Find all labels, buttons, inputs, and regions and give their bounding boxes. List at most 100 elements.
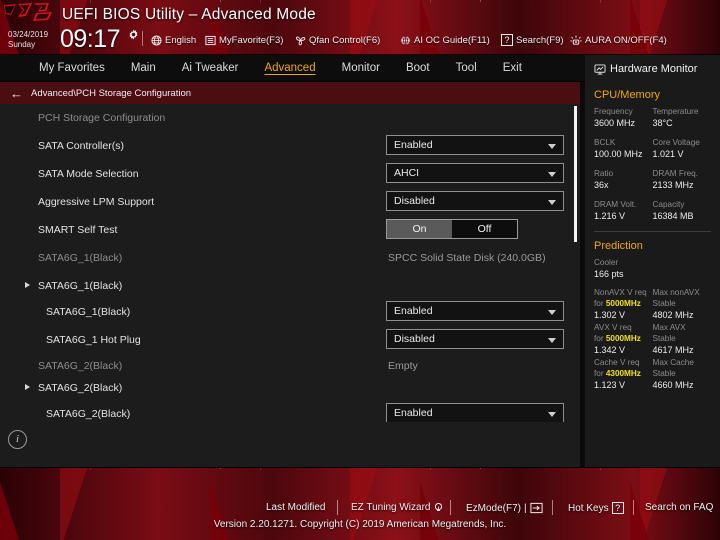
breadcrumb-path: Advanced\PCH Storage Configuration [31, 87, 192, 99]
dropdown-value: AHCI [394, 167, 420, 179]
chevron-down-icon [548, 144, 556, 149]
bulb-icon [435, 503, 443, 511]
setting-row-sata-controllers: SATA Controller(s) Enabled [0, 132, 580, 160]
header-item-aura[interactable]: AURA ON/OFF(F4) [570, 33, 667, 47]
hardware-monitor-header: Hardware Monitor [594, 57, 711, 81]
tab-advanced[interactable]: Advanced [251, 55, 328, 82]
sata6g-1-hot-plug-dropdown[interactable]: Disabled [386, 329, 564, 349]
sata6g-2-dropdown[interactable]: Enabled [386, 403, 564, 422]
setting-row-sata-mode-selection: SATA Mode Selection AHCI [0, 160, 580, 188]
tab-ai-tweaker[interactable]: Ai Tweaker [169, 55, 252, 82]
for-text: for [594, 299, 606, 308]
section-prediction-title: Prediction [594, 240, 643, 252]
prediction-row-nonavx: NonAVX V req for 5000MHz 1.302 V Max non… [594, 287, 711, 321]
footer-separator [552, 500, 553, 515]
sata-controllers-dropdown[interactable]: Enabled [386, 135, 564, 155]
footer-label: Hot Keys [568, 502, 609, 514]
footer-separator [337, 500, 338, 515]
metric-value: 1.302 V [594, 310, 626, 320]
metric-value: 3600 MHz [594, 118, 636, 128]
tab-tool[interactable]: Tool [443, 55, 490, 82]
metric-label-freq: for 5000MHz [594, 298, 653, 309]
metric-label: Frequency [594, 107, 633, 116]
tab-boot[interactable]: Boot [393, 55, 443, 82]
hardware-monitor-sidebar: Hardware Monitor CPU/Memory Frequency 36… [585, 55, 720, 467]
freq-highlight: 5000MHz [605, 334, 641, 343]
dropdown-value: Enabled [394, 407, 433, 419]
header-bar: UEFI BIOS Utility – Advanced Mode 03/24/… [0, 0, 720, 55]
footer-label: Last Modified [266, 502, 326, 513]
metric-status: Stable [652, 299, 676, 308]
header-item-label: Qfan Control(F6) [309, 34, 381, 46]
footer-search-on-faq[interactable]: Search on FAQ [645, 502, 713, 513]
setting-row-smart-self-test: SMART Self Test On Off [0, 216, 580, 244]
metric-value: 4802 MHz [652, 310, 694, 320]
aggressive-lpm-support-dropdown[interactable]: Disabled [386, 191, 564, 211]
footer-ezmode[interactable]: EzMode(F7) | [466, 502, 543, 514]
submenu-row-sata6g-2[interactable]: SATA6G_2(Black) [0, 374, 580, 402]
metric-value: 36x [594, 180, 609, 190]
scrollbar-thumb[interactable] [574, 106, 577, 242]
tab-monitor[interactable]: Monitor [329, 55, 393, 82]
footer-last-modified[interactable]: Last Modified [266, 502, 325, 513]
tab-my-favorites[interactable]: My Favorites [26, 55, 118, 82]
back-arrow-icon[interactable]: ← [10, 87, 23, 100]
toggle-option-on[interactable]: On [387, 220, 452, 238]
metric-label: Cooler [594, 258, 619, 267]
clock-display: 09:17 [60, 25, 121, 53]
metric-label: Max Cache [652, 358, 694, 367]
metric-label: Max AVX [652, 323, 686, 332]
chevron-down-icon [548, 412, 556, 417]
setting-label: SATA Controller(s) [38, 140, 124, 152]
sata6g-1-dropdown[interactable]: Enabled [386, 301, 564, 321]
aura-light-icon [570, 35, 582, 45]
chevron-right-icon [25, 384, 30, 390]
settings-scroll-area: PCH Storage Configuration SATA Controlle… [0, 104, 580, 422]
help-info-bar: i [0, 422, 580, 467]
header-item-label: AURA ON/OFF(F4) [585, 34, 667, 46]
setting-label: SATA6G_1 Hot Plug [46, 334, 141, 346]
submenu-label: SATA6G_1(Black) [38, 280, 123, 292]
metric-label: Ratio [594, 169, 614, 178]
prediction-row-cache: Cache V req for 4300MHz 1.123 V Max Cach… [594, 357, 711, 391]
metric-label: Max nonAVX [652, 288, 700, 297]
submenu-row-sata6g-1[interactable]: SATA6G_1(Black) [0, 272, 580, 300]
sata-mode-selection-dropdown[interactable]: AHCI [386, 163, 564, 183]
smart-self-test-toggle[interactable]: On Off [386, 219, 518, 239]
metric-label: Cache V req [594, 358, 640, 367]
metric-status: Stable [652, 369, 676, 378]
tab-main[interactable]: Main [118, 55, 169, 82]
metric-value: 100.00 MHz [594, 149, 643, 159]
header-item-search[interactable]: ? Search(F9) [501, 33, 564, 47]
bios-screen: UEFI BIOS Utility – Advanced Mode 03/24/… [0, 0, 720, 540]
chevron-down-icon [548, 200, 556, 205]
dropdown-value: Disabled [394, 195, 435, 207]
breadcrumb: ← Advanced\PCH Storage Configuration [0, 82, 580, 104]
freq-highlight: 5000MHz [605, 299, 641, 308]
metric-label: Capacity [652, 200, 685, 209]
header-item-qfan-control[interactable]: Qfan Control(F6) [295, 33, 380, 47]
footer-separator [633, 500, 634, 515]
info-icon[interactable]: i [8, 430, 27, 449]
monitor-pair-ratio-dram-freq: Ratio 36x DRAM Freq. 2133 MHz [594, 168, 711, 191]
monitor-pair-bclk-core-voltage: BCLK 100.00 MHz Core Voltage 1.021 V [594, 137, 711, 160]
day-text: Sunday [8, 39, 36, 49]
gear-icon[interactable] [128, 29, 139, 40]
header-item-label: MyFavorite(F3) [219, 34, 284, 46]
question-box-icon: ? [611, 502, 624, 514]
header-item-english[interactable]: English [151, 33, 196, 47]
tab-exit[interactable]: Exit [490, 55, 535, 82]
dropdown-value: Enabled [394, 305, 433, 317]
toggle-option-off[interactable]: Off [452, 220, 517, 238]
settings-panel: PCH Storage Configuration SATA Controlle… [0, 104, 580, 467]
header-separator [142, 31, 143, 46]
header-item-myfavorite[interactable]: MyFavorite(F3) [205, 33, 283, 47]
footer-hot-keys[interactable]: Hot Keys ? [568, 502, 624, 514]
submenu-label: SATA6G_2(Black) [38, 382, 123, 394]
monitor-pair-dram-volt-capacity: DRAM Volt. 1.216 V Capacity 16384 MB [594, 199, 711, 222]
footer-ez-tuning-wizard[interactable]: EZ Tuning Wizard [351, 502, 444, 513]
vertical-scrollbar[interactable] [574, 106, 577, 420]
header-item-ai-oc-guide[interactable]: AI OC Guide(F11) [400, 33, 490, 47]
metric-label-freq: for 5000MHz [594, 333, 653, 344]
header-item-label: English [165, 34, 197, 46]
